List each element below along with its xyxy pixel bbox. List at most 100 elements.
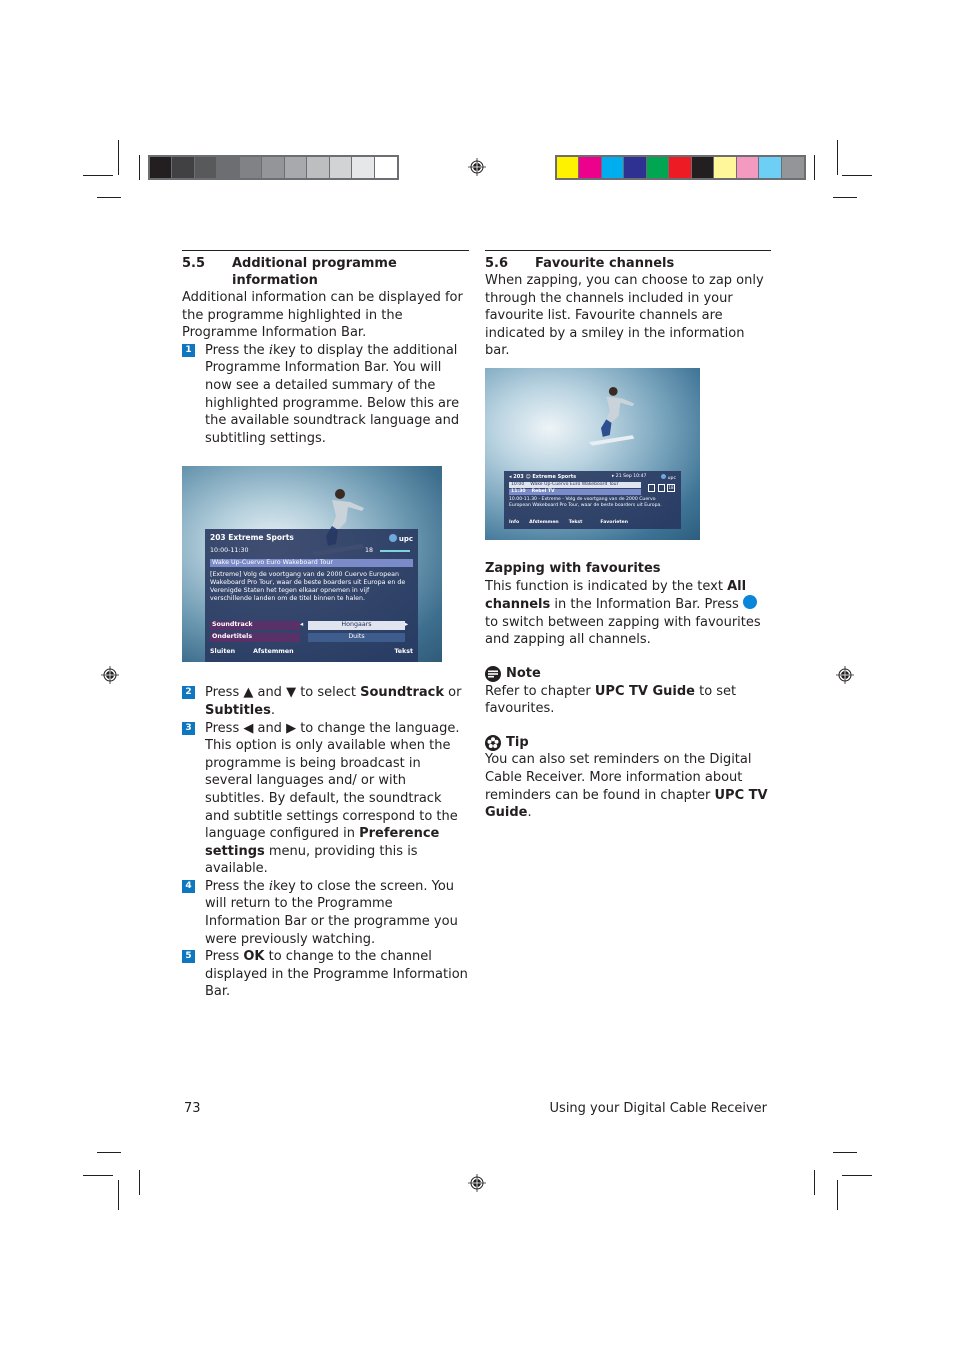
step-3: 3 Press ◀ and ▶ to change the language. … xyxy=(182,720,469,878)
step-number-badge: 3 xyxy=(182,721,195,735)
note-icon xyxy=(485,665,501,682)
color-swatch xyxy=(759,157,782,178)
close-button[interactable]: Sluiten xyxy=(210,648,235,656)
color-swatch xyxy=(217,157,240,178)
crop-mark xyxy=(814,155,815,180)
page-number: 73 xyxy=(184,1101,201,1116)
age-rating: 18 xyxy=(365,547,374,555)
color-swatch xyxy=(579,157,602,178)
color-swatch xyxy=(239,157,263,178)
subtitles-icon xyxy=(658,483,665,492)
step-number-badge: 5 xyxy=(182,950,195,964)
progress-bar xyxy=(380,550,410,553)
upc-logo-icon xyxy=(661,473,667,479)
programme-description: 10.00-11.30 - Extreme - Volg de voortgan… xyxy=(509,496,662,508)
crop-mark xyxy=(97,197,121,198)
programme-title: Wake Up-Cuervo Euro Wakeboard Tour xyxy=(210,559,413,568)
color-swatch xyxy=(669,157,692,178)
favourites-screenshot: ◂ 203 ☺ Extreme Sports ▸ 21 Sep 10:47 up… xyxy=(485,367,700,540)
color-swatch xyxy=(736,157,760,178)
tune-button[interactable]: Afstemmen xyxy=(529,520,559,526)
section-number: 5.5 xyxy=(182,256,206,271)
color-swatch xyxy=(714,157,737,178)
surfer-image xyxy=(588,386,635,446)
step-number-badge: 4 xyxy=(182,879,195,893)
tip-paragraph: You can also set reminders on the Digita… xyxy=(485,752,768,821)
section-title: Favourite channels xyxy=(535,256,675,271)
subtitles-label: Ondertitels xyxy=(210,633,300,643)
section-heading: 5.6 Favourite channels xyxy=(485,255,771,272)
crop-mark xyxy=(139,155,140,180)
tip-heading: Tip xyxy=(485,734,771,752)
color-swatch xyxy=(194,157,218,178)
programme-row-current[interactable]: 10:00 Wake Up-Cuervo Euro Wakeboard Tour xyxy=(509,481,641,488)
step-2: 2 Press ▲ and ▼ to select Soundtrack or … xyxy=(182,684,469,719)
note-heading: Note xyxy=(485,665,771,683)
intro-paragraph: When zapping, you can choose to zap only… xyxy=(485,273,764,359)
section-favourite-channels: 5.6 Favourite channels When zapping, you… xyxy=(485,250,771,822)
teletext-button[interactable]: Tekst xyxy=(394,648,413,656)
color-swatch xyxy=(150,157,173,178)
section-number: 5.6 xyxy=(485,256,509,271)
crop-mark xyxy=(814,1170,815,1195)
crop-mark xyxy=(83,175,113,176)
zapping-heading: Zapping with favourites xyxy=(485,560,661,576)
left-arrow-icon: ◂ xyxy=(300,621,304,629)
color-swatch xyxy=(557,157,580,178)
programme-description: [Extreme] Volg de voortgang van de 2000 … xyxy=(210,571,406,603)
blue-button-icon xyxy=(742,595,757,610)
running-footer-title: Using your Digital Cable Receiver xyxy=(549,1101,767,1116)
registration-mark-icon xyxy=(468,1174,486,1192)
crop-mark xyxy=(118,1180,119,1210)
subtitles-value[interactable]: Duits xyxy=(308,633,405,643)
crop-mark xyxy=(837,1180,838,1210)
registration-mark-icon xyxy=(101,666,119,684)
crop-mark xyxy=(833,197,857,198)
section-heading: 5.5 Additional programme information xyxy=(182,255,469,289)
crop-mark xyxy=(833,1152,857,1153)
registration-mark-icon xyxy=(836,666,854,684)
intro-paragraph: Additional information can be displayed … xyxy=(182,290,463,341)
step-number-badge: 1 xyxy=(182,343,195,357)
step-4: 4 Press the ikey to close the screen. Yo… xyxy=(182,878,469,948)
color-swatch xyxy=(307,157,330,178)
step-5: 5 Press OK to change to the channel disp… xyxy=(182,948,469,1001)
color-calibration-bar xyxy=(555,155,806,180)
teletext-button[interactable]: Tekst xyxy=(569,520,583,526)
tip-icon xyxy=(485,734,501,751)
tune-button[interactable]: Afstemmen xyxy=(253,648,294,656)
grayscale-calibration-bar xyxy=(148,155,399,180)
favourites-button[interactable]: Favorieten xyxy=(600,520,628,526)
step-number-badge: 2 xyxy=(182,686,195,700)
crop-mark xyxy=(842,175,872,176)
crop-mark xyxy=(97,1152,121,1153)
soundtrack-value[interactable]: Hongaars xyxy=(308,621,405,631)
brand-logo: upc xyxy=(398,535,413,544)
zapping-paragraph: This function is indicated by the text A… xyxy=(485,578,761,648)
step-1: 1 Press the ikey to display the addition… xyxy=(182,342,469,448)
color-swatch xyxy=(284,157,308,178)
soundtrack-label: Soundtrack xyxy=(210,621,300,631)
crop-mark xyxy=(83,1175,113,1176)
rating-badge: 18 xyxy=(667,483,675,492)
section-additional-programme-information: 5.5 Additional programme information Add… xyxy=(182,250,469,1001)
color-swatch xyxy=(172,157,195,178)
audio-icon xyxy=(648,483,655,492)
crop-mark xyxy=(139,1170,140,1195)
section-title: Additional programme information xyxy=(232,256,397,288)
info-button[interactable]: Info xyxy=(509,520,519,526)
brand-logo: upc xyxy=(667,475,676,481)
right-arrow-icon: ▸ xyxy=(405,621,409,629)
programme-row-next[interactable]: 11:30 Rebel TV xyxy=(509,488,641,495)
color-swatch xyxy=(691,157,715,178)
upc-logo-icon xyxy=(388,534,397,543)
color-swatch xyxy=(646,157,670,178)
info-overlay: 203 Extreme Sports upc 10:00-11:30 18 Wa… xyxy=(205,529,418,663)
color-swatch xyxy=(352,157,375,178)
info-bar-overlay: ◂ 203 ☺ Extreme Sports ▸ 21 Sep 10:47 up… xyxy=(504,470,681,529)
crop-mark xyxy=(118,140,119,175)
crop-mark xyxy=(837,140,838,175)
color-swatch xyxy=(781,157,804,178)
color-swatch xyxy=(601,157,625,178)
color-swatch xyxy=(329,157,353,178)
